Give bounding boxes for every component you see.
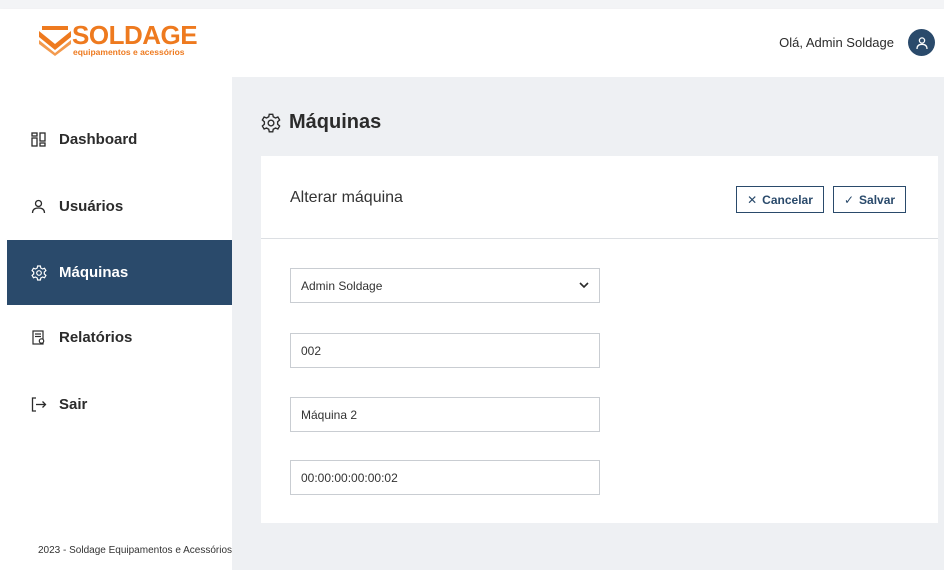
chevron-down-icon <box>579 282 589 289</box>
owner-select[interactable]: Admin Soldage <box>290 268 600 303</box>
close-icon: ✕ <box>747 192 758 207</box>
sidebar-item-maquinas[interactable]: Máquinas <box>7 240 232 305</box>
logout-icon <box>31 396 47 413</box>
sidebar-item-label: Usuários <box>59 198 124 215</box>
cancel-label: Cancelar <box>762 192 813 207</box>
card-divider <box>261 238 938 239</box>
mac-address-field[interactable] <box>290 460 600 495</box>
page-title-text: Máquinas <box>289 111 382 133</box>
top-header: SOLDAGE equipamentos e acessórios Olá, A… <box>0 9 944 77</box>
logo-mark-icon <box>39 26 71 56</box>
sidebar-item-dashboard[interactable]: Dashboard <box>7 107 232 172</box>
sidebar: Dashboard Usuários Máquinas Relatórios S… <box>0 77 232 570</box>
sidebar-item-relatorios[interactable]: Relatórios <box>7 305 232 370</box>
save-label: Salvar <box>859 192 896 207</box>
user-greeting: Olá, Admin Soldage <box>779 35 894 50</box>
owner-select-value: Admin Soldage <box>301 278 383 293</box>
dashboard-grid-icon <box>31 131 47 148</box>
cancel-button[interactable]: ✕ Cancelar <box>736 186 824 213</box>
soldage-logo[interactable]: SOLDAGE equipamentos e acessórios <box>38 20 198 57</box>
sidebar-item-label: Máquinas <box>59 264 129 281</box>
user-avatar[interactable] <box>908 29 935 56</box>
logo-tagline: equipamentos e acessórios <box>73 47 185 57</box>
sidebar-item-label: Sair <box>59 396 88 413</box>
gear-icon <box>261 113 281 133</box>
report-icon <box>31 329 47 346</box>
top-strip <box>0 0 944 9</box>
check-icon: ✓ <box>843 192 855 207</box>
sidebar-item-sair[interactable]: Sair <box>7 372 232 437</box>
edit-machine-card: Alterar máquina ✕ Cancelar ✓ Salvar Admi… <box>261 156 938 523</box>
sidebar-item-label: Relatórios <box>59 329 133 346</box>
sidebar-item-usuarios[interactable]: Usuários <box>7 174 232 239</box>
page-title: Máquinas <box>261 111 381 134</box>
sidebar-item-label: Dashboard <box>59 131 138 148</box>
logo-wordmark: SOLDAGE <box>72 20 198 50</box>
user-icon <box>915 36 928 49</box>
form-title: Alterar máquina <box>290 189 403 206</box>
save-button[interactable]: ✓ Salvar <box>833 186 906 213</box>
user-icon <box>31 199 47 215</box>
footer-copyright: 2023 - Soldage Equipamentos e Acessórios <box>38 545 233 556</box>
gear-icon <box>31 264 47 281</box>
machine-code-field[interactable] <box>290 333 600 368</box>
machine-name-field[interactable] <box>290 397 600 432</box>
